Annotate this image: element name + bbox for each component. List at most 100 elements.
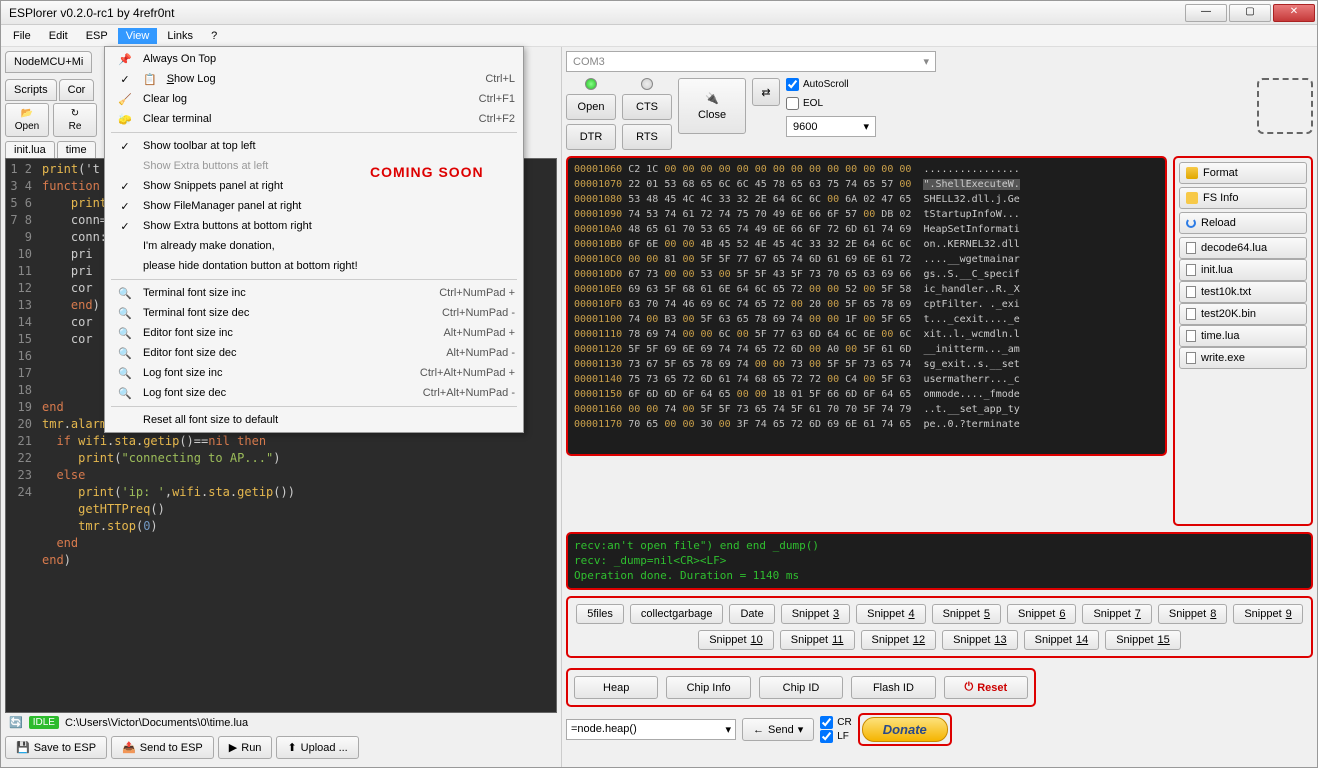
cr-checkbox[interactable]: CR — [820, 716, 851, 729]
chipid-button[interactable]: Chip ID — [759, 676, 843, 699]
reload-icon — [1186, 218, 1196, 228]
menu-term-font-dec[interactable]: 🔍Terminal font size decCtrl+NumPad - — [107, 303, 521, 323]
menu-edit-font-dec[interactable]: 🔍Editor font size decAlt+NumPad - — [107, 343, 521, 363]
file-icon — [1186, 308, 1196, 320]
flashid-button[interactable]: Flash ID — [851, 676, 935, 699]
upload-button[interactable]: ⬆ Upload ... — [276, 736, 358, 759]
menu-file[interactable]: File — [5, 28, 39, 44]
close-button[interactable]: ✕ — [1273, 4, 1315, 22]
menubar: File Edit ESP View Links ? — [1, 25, 1317, 47]
tab-scripts[interactable]: Scripts — [5, 79, 57, 101]
reset-button[interactable]: ⏻ Reset — [944, 676, 1028, 699]
file-tab-init[interactable]: init.lua — [5, 141, 55, 158]
format-icon — [1186, 167, 1198, 179]
open-port-button[interactable]: Open — [566, 94, 616, 120]
open-file-button[interactable]: 📂Open — [5, 103, 49, 137]
menu-log-font-inc[interactable]: 🔍Log font size incCtrl+Alt+NumPad + — [107, 363, 521, 383]
snippet-button[interactable]: Snippet8 — [1158, 604, 1227, 624]
menu-help[interactable]: ? — [203, 28, 225, 44]
snippet-button[interactable]: Snippet14 — [1024, 630, 1100, 650]
file-item[interactable]: write.exe — [1179, 347, 1307, 369]
autoscroll-checkbox[interactable]: AutoScroll — [786, 78, 876, 91]
chipinfo-button[interactable]: Chip Info — [666, 676, 750, 699]
snippet-button[interactable]: Snippet6 — [1007, 604, 1076, 624]
open-led — [585, 78, 597, 90]
menu-donation-line1[interactable]: I'm already make donation, — [107, 236, 521, 256]
file-item[interactable]: init.lua — [1179, 259, 1307, 281]
file-item[interactable]: test10k.txt — [1179, 281, 1307, 303]
donate-button[interactable]: Donate — [862, 717, 948, 742]
snippet-button[interactable]: Snippet9 — [1233, 604, 1302, 624]
reload-button[interactable]: ↻Re — [53, 103, 97, 137]
donate-panel: Donate — [858, 713, 952, 746]
snippet-button[interactable]: Snippet13 — [942, 630, 1018, 650]
chip-icon — [1257, 78, 1313, 134]
snippet-button[interactable]: Snippet3 — [781, 604, 850, 624]
menu-view[interactable]: View — [118, 28, 158, 44]
menu-reset-fonts[interactable]: Reset all font size to default — [107, 410, 521, 430]
baud-combo[interactable]: 9600▾ — [786, 116, 876, 137]
menu-show-filemanager[interactable]: Show FileManager panel at right — [107, 196, 521, 216]
swap-button[interactable]: ⇄ — [752, 78, 780, 106]
file-icon — [1186, 242, 1196, 254]
fsinfo-button[interactable]: FS Info — [1179, 187, 1307, 209]
file-icon — [1186, 264, 1196, 276]
run-button[interactable]: ▶ Run — [218, 736, 273, 759]
menu-edit[interactable]: Edit — [41, 28, 76, 44]
file-tab-time[interactable]: time — [57, 141, 96, 158]
view-menu-dropdown: 📌Always On Top 📋Show LogCtrl+L 🧹Clear lo… — [104, 46, 524, 433]
menu-esp[interactable]: ESP — [78, 28, 116, 44]
menu-links[interactable]: Links — [159, 28, 201, 44]
snippet-button[interactable]: Snippet11 — [780, 630, 855, 650]
tab-commands[interactable]: Cor — [59, 79, 95, 101]
editor-gutter: 1 2 3 4 5 6 7 8 9 10 11 12 13 14 15 16 1… — [6, 159, 38, 712]
menu-clear-log[interactable]: 🧹Clear logCtrl+F1 — [107, 89, 521, 109]
format-button[interactable]: Format — [1179, 162, 1307, 184]
snippet-button[interactable]: collectgarbage — [630, 604, 724, 624]
extra-buttons-panel: Heap Chip Info Chip ID Flash ID ⏻ Reset — [566, 668, 1036, 707]
snippet-button[interactable]: Snippet12 — [861, 630, 937, 650]
menu-edit-font-inc[interactable]: 🔍Editor font size incAlt+NumPad + — [107, 323, 521, 343]
com-port-combo[interactable]: COM3▾ — [566, 51, 936, 72]
menu-donation-line2[interactable]: please hide dontation button at bottom r… — [107, 256, 521, 276]
save-to-esp-button[interactable]: 💾 Save to ESP — [5, 736, 107, 759]
file-item[interactable]: time.lua — [1179, 325, 1307, 347]
menu-show-toolbar[interactable]: Show toolbar at top left — [107, 136, 521, 156]
reload-icon[interactable]: 🔄 — [9, 716, 23, 729]
file-manager-panel: Format FS Info Reload decode64.luainit.l… — [1173, 156, 1313, 526]
tab-nodemcu[interactable]: NodeMCU+Mi — [5, 51, 92, 73]
menu-term-font-inc[interactable]: 🔍Terminal font size incCtrl+NumPad + — [107, 283, 521, 303]
eol-checkbox[interactable]: EOL — [786, 97, 876, 110]
heap-button[interactable]: Heap — [574, 676, 658, 699]
window-title: ESPlorer v0.2.0-rc1 by 4refr0nt — [9, 6, 174, 20]
snippet-button[interactable]: Date — [729, 604, 774, 624]
snippet-button[interactable]: Snippet15 — [1105, 630, 1181, 650]
menu-show-extra-br[interactable]: Show Extra buttons at bottom right — [107, 216, 521, 236]
close-port-button[interactable]: 🔌Close — [678, 78, 746, 134]
reload-fs-button[interactable]: Reload — [1179, 212, 1307, 234]
menu-clear-terminal[interactable]: 🧽Clear terminalCtrl+F2 — [107, 109, 521, 129]
dtr-button[interactable]: DTR — [566, 124, 616, 150]
menu-log-font-dec[interactable]: 🔍Log font size decCtrl+Alt+NumPad - — [107, 383, 521, 403]
send-button[interactable]: ← Send ▾ — [742, 718, 814, 741]
snippet-button[interactable]: Snippet5 — [932, 604, 1001, 624]
send-to-esp-button[interactable]: 📤 Send to ESP — [111, 736, 214, 759]
menu-show-log[interactable]: 📋Show LogCtrl+L — [107, 69, 521, 89]
rts-button[interactable]: RTS — [622, 124, 672, 150]
snippet-button[interactable]: Snippet10 — [698, 630, 774, 650]
file-item[interactable]: decode64.lua — [1179, 237, 1307, 259]
snippet-button[interactable]: Snippet4 — [856, 604, 925, 624]
lf-checkbox[interactable]: LF — [820, 730, 851, 743]
snippet-button[interactable]: Snippet7 — [1082, 604, 1151, 624]
status-path: C:\Users\Victor\Documents\0\time.lua — [65, 717, 248, 729]
cts-button[interactable]: CTS — [622, 94, 672, 120]
terminal-hex-view[interactable]: 00001060 C2 1C 00 00 00 00 00 00 00 00 0… — [566, 156, 1167, 456]
titlebar[interactable]: ESPlorer v0.2.0-rc1 by 4refr0nt — ▢ ✕ — [1, 1, 1317, 25]
log-panel[interactable]: recv:an't open file") end end _dump()rec… — [566, 532, 1313, 590]
maximize-button[interactable]: ▢ — [1229, 4, 1271, 22]
snippet-button[interactable]: 5files — [576, 604, 624, 624]
menu-always-on-top[interactable]: 📌Always On Top — [107, 49, 521, 69]
command-input[interactable]: =node.heap()▾ — [566, 719, 736, 740]
file-item[interactable]: test20K.bin — [1179, 303, 1307, 325]
minimize-button[interactable]: — — [1185, 4, 1227, 22]
